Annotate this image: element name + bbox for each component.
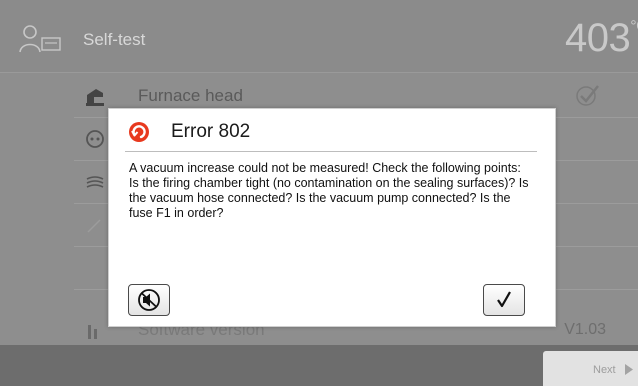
software-icon	[88, 325, 97, 339]
user-icon[interactable]	[18, 23, 62, 53]
next-button[interactable]: Next	[543, 351, 638, 386]
temperature-display: 403°C	[565, 16, 638, 61]
software-version-value: V1.03	[564, 321, 606, 338]
header-bar: Self-test 403°C	[0, 0, 638, 73]
error-icon	[129, 122, 149, 142]
list-item-label: Furnace head	[138, 86, 243, 105]
furnace-head-icon	[86, 89, 104, 106]
temperature-unit: °C	[630, 18, 638, 35]
mute-speaker-icon	[138, 289, 160, 311]
dialog-title: Error 802	[171, 121, 251, 142]
dialog-divider	[125, 151, 537, 152]
mute-button[interactable]	[128, 284, 170, 316]
error-message: A vacuum increase could not be measured!…	[129, 161, 529, 220]
confirm-button[interactable]	[483, 284, 525, 316]
page-title: Self-test	[83, 30, 146, 49]
heating-icon	[86, 176, 104, 188]
error-dialog: Error 802 A vacuum increase could not be…	[108, 108, 556, 327]
pencil-icon	[87, 219, 101, 233]
checkmark-icon	[497, 291, 511, 308]
temperature-value: 403	[565, 16, 631, 60]
next-button-label: Next	[593, 364, 616, 376]
chevron-right-icon	[625, 364, 633, 375]
check-icon	[576, 85, 599, 106]
gear-icon	[86, 130, 104, 148]
